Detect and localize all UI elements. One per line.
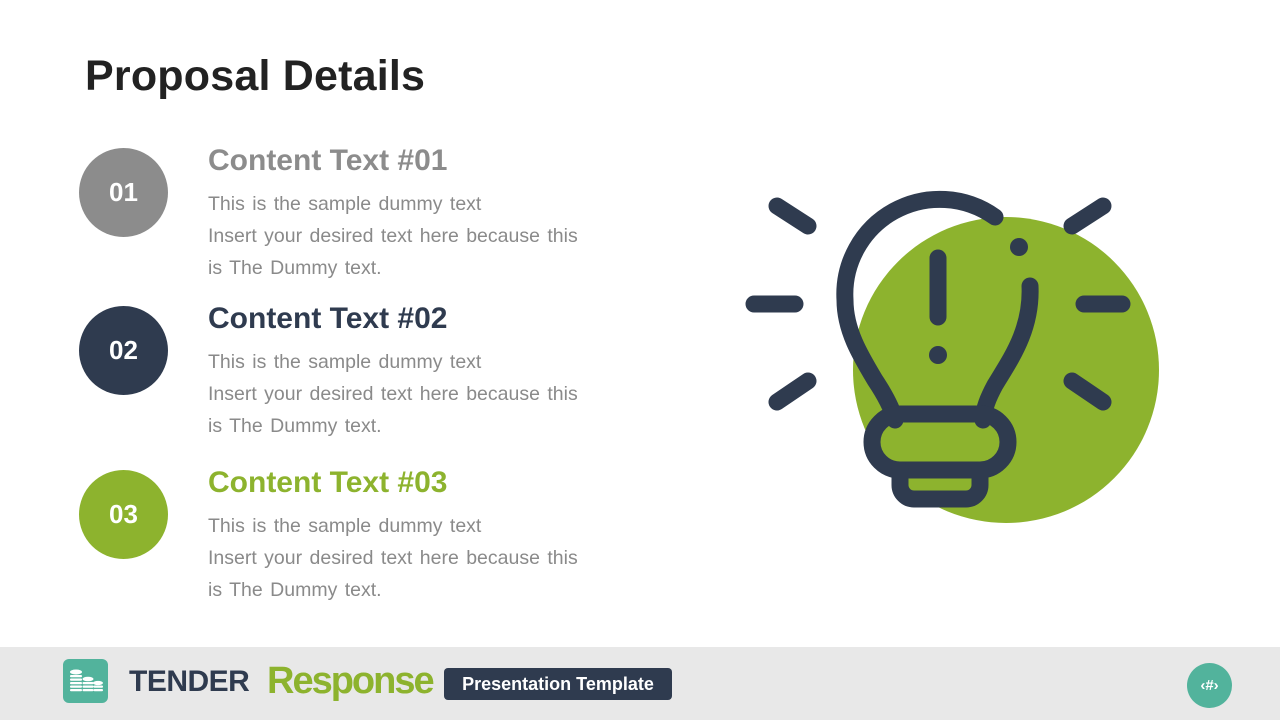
body-line: is The Dummy text. bbox=[208, 257, 382, 279]
lightbulb-idea-icon bbox=[745, 190, 1159, 523]
presentation-template-tag: Presentation Template bbox=[444, 668, 672, 700]
number-badge: 01 bbox=[79, 148, 168, 237]
number-badge: 02 bbox=[79, 306, 168, 395]
ray-line bbox=[768, 372, 817, 411]
exclamation-dot bbox=[929, 346, 947, 364]
item-title: Content Text #01 bbox=[208, 144, 448, 177]
body-line: This is the sample dummy text bbox=[208, 351, 482, 373]
coin-stacks-graphic bbox=[70, 669, 103, 692]
body-line: Insert your desired text here because th… bbox=[208, 225, 578, 247]
coin-stacks-icon bbox=[63, 659, 108, 703]
body-line: is The Dummy text. bbox=[208, 415, 382, 437]
item-body: This is the sample dummy text Insert you… bbox=[208, 510, 628, 606]
body-line: Insert your desired text here because th… bbox=[208, 383, 578, 405]
number-badge: 03 bbox=[79, 470, 168, 559]
page-number-badge: ‹#› bbox=[1187, 663, 1232, 708]
body-line: This is the sample dummy text bbox=[208, 193, 482, 215]
item-body: This is the sample dummy text Insert you… bbox=[208, 188, 628, 284]
item-title: Content Text #03 bbox=[208, 466, 448, 499]
item-body: This is the sample dummy text Insert you… bbox=[208, 346, 628, 442]
brand-name-primary: TENDER bbox=[129, 665, 250, 698]
brand-name-secondary: Response bbox=[267, 660, 435, 702]
slide-title: Proposal Details bbox=[85, 52, 426, 100]
body-line: This is the sample dummy text bbox=[208, 515, 482, 537]
body-line: Insert your desired text here because th… bbox=[208, 547, 578, 569]
content-item-02: 02 Content Text #02 This is the sample d… bbox=[79, 302, 639, 456]
ray-line bbox=[1063, 197, 1112, 235]
content-item-03: 03 Content Text #03 This is the sample d… bbox=[79, 466, 639, 620]
ray-line bbox=[768, 197, 817, 235]
body-line: is The Dummy text. bbox=[208, 579, 382, 601]
item-title: Content Text #02 bbox=[208, 302, 448, 335]
glint-dot bbox=[1010, 238, 1028, 256]
content-item-01: 01 Content Text #01 This is the sample d… bbox=[79, 144, 639, 298]
